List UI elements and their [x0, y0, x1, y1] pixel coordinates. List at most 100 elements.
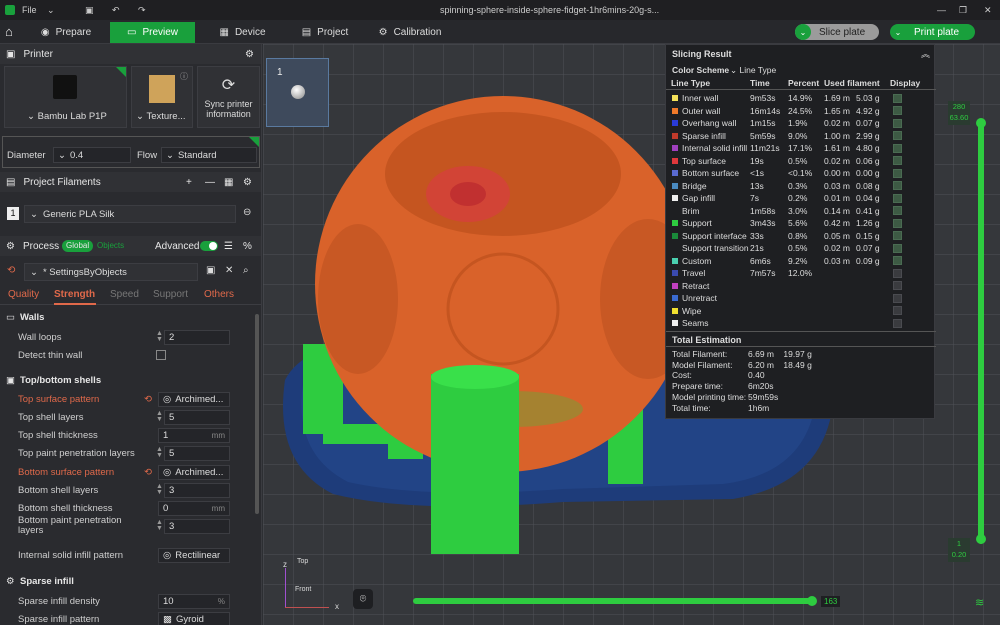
info-icon[interactable]: ⓘ — [180, 71, 188, 82]
display-checkbox[interactable] — [893, 106, 902, 116]
number-input[interactable]: 3 — [164, 518, 230, 534]
slice-plate-button[interactable]: ⌄ Slice plate — [795, 24, 879, 40]
vertical-slider-bottom-knob[interactable] — [976, 534, 986, 544]
display-checkbox[interactable] — [893, 118, 902, 128]
print-dropdown-icon[interactable]: ⌄ — [890, 24, 906, 40]
number-input[interactable]: 0 mm — [158, 500, 230, 516]
printer-card[interactable]: ⌄ Bambu Lab P1P — [4, 66, 127, 128]
display-checkbox[interactable] — [893, 293, 902, 303]
front-view-label[interactable]: Front — [295, 586, 311, 593]
color-scheme-select[interactable]: ⌄ Line Type — [730, 65, 776, 76]
top-view-label[interactable]: Top — [297, 558, 308, 565]
printer-settings-icon[interactable]: ⚙ — [245, 49, 254, 60]
display-checkbox[interactable] — [893, 243, 902, 253]
tab-device[interactable]: ▦ Device — [205, 22, 280, 43]
percent-icon[interactable]: % — [243, 241, 252, 252]
display-checkbox[interactable] — [893, 168, 902, 178]
sphere-top-hole — [385, 112, 621, 236]
display-checkbox[interactable] — [893, 193, 902, 203]
remove-filament-icon[interactable]: — — [205, 177, 215, 188]
collapse-panel-icon[interactable]: ︽ — [921, 47, 930, 60]
vertical-layer-slider[interactable] — [978, 124, 984, 544]
global-toggle[interactable]: Global — [62, 240, 94, 252]
display-checkbox[interactable] — [893, 268, 902, 278]
wall-loops-input[interactable]: 2 — [164, 329, 230, 345]
objects-toggle[interactable]: Objects — [97, 241, 124, 250]
stepper-icon[interactable]: ▲ ▼ — [156, 410, 163, 423]
display-checkbox[interactable] — [893, 306, 902, 316]
add-filament-icon[interactable]: + — [186, 177, 192, 188]
search-icon[interactable]: ⌕ — [243, 265, 249, 276]
filament-select[interactable]: ⌄ Generic PLA Silk — [24, 205, 236, 223]
redo-icon[interactable]: ↷ — [138, 5, 146, 16]
clear-preset-icon[interactable]: ✕ — [225, 265, 233, 276]
vertical-slider-top-knob[interactable] — [976, 118, 986, 128]
plate-type-card[interactable]: ⓘ ⌄ Texture... — [131, 66, 193, 128]
home-icon[interactable]: ⌂ — [5, 24, 13, 39]
list-icon[interactable]: ☰ — [224, 241, 233, 252]
diameter-select[interactable]: ⌄ 0.4 — [53, 147, 131, 163]
stepper-icon[interactable]: ▲ ▼ — [156, 483, 163, 496]
reset-icon[interactable]: ⟲ — [7, 265, 15, 276]
sparse-density-input[interactable]: 10% — [158, 593, 230, 609]
display-checkbox[interactable] — [893, 156, 902, 166]
stepper-icon[interactable]: ▲ ▼ — [156, 446, 163, 459]
process-section-header: ⚙ Process Global Objects Advanced ☰ % — [0, 236, 261, 256]
close-icon[interactable]: ✕ — [984, 5, 992, 16]
stepper-icon[interactable]: ▲ ▼ — [156, 330, 163, 343]
tab-calibration[interactable]: ⚙ Calibration — [370, 22, 450, 43]
display-checkbox[interactable] — [893, 256, 902, 266]
advanced-switch[interactable] — [200, 241, 218, 251]
stepper-icon[interactable]: ▲ ▼ — [156, 519, 163, 532]
tab-preview[interactable]: ▭ Preview — [110, 22, 195, 43]
display-checkbox[interactable] — [893, 281, 902, 291]
reset-icon[interactable]: ⟲ — [144, 467, 152, 478]
number-input[interactable]: 5 — [164, 409, 230, 425]
sync-printer-button[interactable]: ⟳ Sync printer information — [197, 66, 260, 128]
display-checkbox[interactable] — [893, 93, 902, 103]
horizontal-slider-knob[interactable] — [807, 596, 817, 606]
subtab-quality[interactable]: Quality — [8, 289, 39, 300]
minimize-icon[interactable]: — — [937, 5, 946, 15]
pattern-select[interactable]: ◎ Archimed... — [158, 391, 230, 407]
subtab-support[interactable]: Support — [153, 289, 188, 300]
reset-icon[interactable]: ⟲ — [144, 394, 152, 405]
camera-reset-button[interactable]: ⌾ — [353, 589, 373, 609]
subtab-strength[interactable]: Strength — [54, 289, 95, 300]
slice-dropdown-icon[interactable]: ⌄ — [795, 24, 811, 40]
horizontal-layer-slider[interactable] — [413, 598, 813, 604]
preset-select[interactable]: ⌄ * SettingsByObjects — [24, 263, 198, 281]
tab-project[interactable]: ▤ Project — [290, 22, 360, 43]
display-checkbox[interactable] — [893, 181, 902, 191]
save-preset-icon[interactable]: ▣ — [206, 265, 215, 276]
display-checkbox[interactable] — [893, 131, 902, 141]
tab-prepare[interactable]: ◉ Prepare — [26, 22, 106, 43]
sparse-pattern-select[interactable]: ▩ Gyroid — [158, 611, 230, 625]
display-checkbox[interactable] — [893, 218, 902, 228]
subtab-others[interactable]: Others — [204, 289, 234, 300]
undo-icon[interactable]: ↶ — [112, 5, 120, 16]
display-checkbox[interactable] — [893, 206, 902, 216]
file-menu[interactable]: File — [22, 5, 37, 15]
restore-icon[interactable]: ❐ — [959, 5, 967, 16]
display-checkbox[interactable] — [893, 231, 902, 241]
shell-setting-row: Top shell thickness 1 mm — [0, 426, 261, 444]
flow-select[interactable]: ⌄ Standard — [161, 147, 257, 163]
subtab-speed[interactable]: Speed — [110, 289, 139, 300]
number-input[interactable]: 3 — [164, 482, 230, 498]
print-plate-button[interactable]: ⌄ Print plate — [890, 24, 975, 40]
axis-gizmo[interactable]: z Top Front x — [281, 552, 341, 612]
number-input[interactable]: 5 — [164, 445, 230, 461]
number-input[interactable]: 1 mm — [158, 427, 230, 443]
display-checkbox[interactable] — [893, 143, 902, 153]
remove-filament-circle-icon[interactable]: ⊖ — [243, 207, 251, 218]
sync-filament-icon[interactable]: ▦ — [224, 177, 233, 188]
pattern-select[interactable]: ◎ Archimed... — [158, 464, 230, 480]
display-checkbox[interactable] — [893, 318, 902, 328]
filament-settings-icon[interactable]: ⚙ — [243, 177, 252, 188]
menu-chevron-icon[interactable]: ⌄ — [47, 5, 55, 16]
detect-thin-wall-checkbox[interactable] — [156, 350, 166, 360]
pattern-select[interactable]: ◎ Rectilinear — [158, 547, 230, 563]
layers-icon[interactable]: ≋ — [975, 596, 984, 609]
save-icon[interactable]: ▣ — [85, 5, 94, 16]
